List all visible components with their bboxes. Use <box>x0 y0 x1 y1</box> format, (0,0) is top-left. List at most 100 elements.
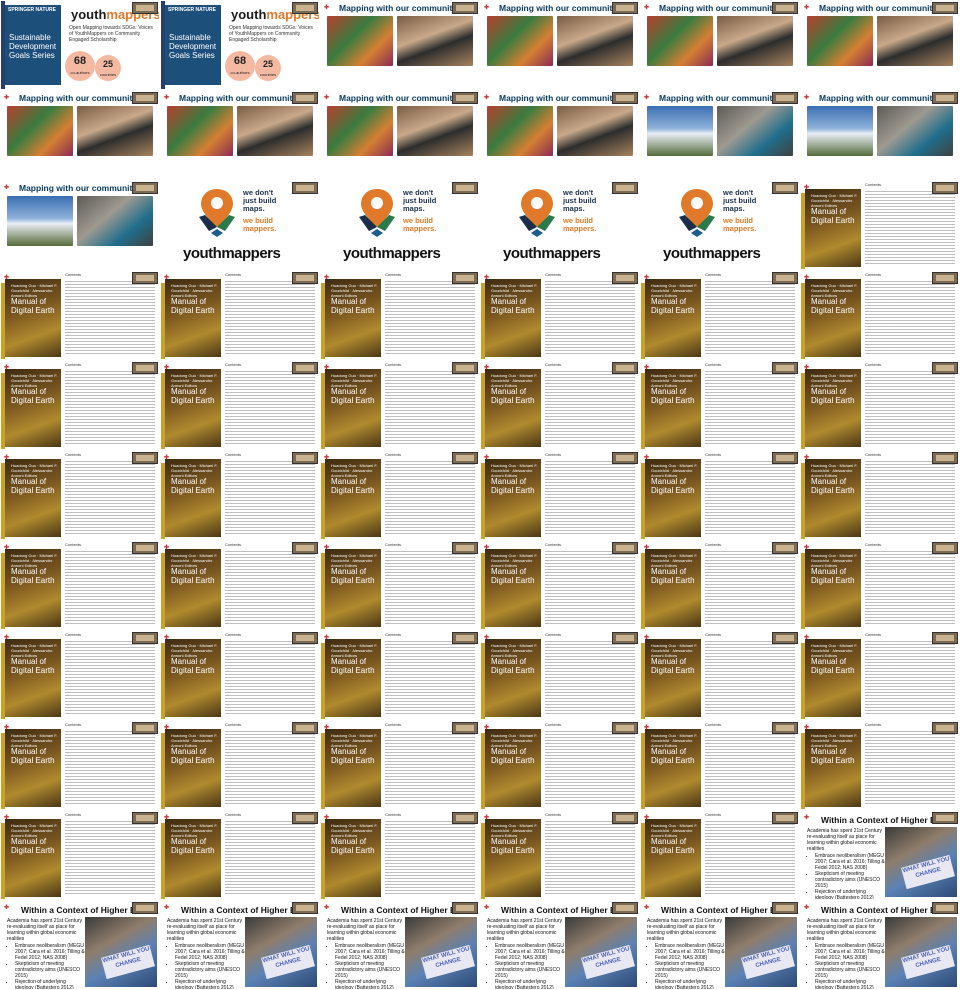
slide-thumbnail[interactable]: Huadong Guo · Michael F. Goodchild · Ale… <box>641 541 799 629</box>
slide-thumbnail[interactable]: Huadong Guo · Michael F. Goodchild · Ale… <box>801 271 959 359</box>
slide-thumbnail[interactable]: Huadong Guo · Michael F. Goodchild · Ale… <box>321 721 479 809</box>
slide-thumbnail[interactable]: Huadong Guo · Michael F. Goodchild · Ale… <box>161 631 319 719</box>
table-of-contents <box>65 369 155 445</box>
slide-thumbnail[interactable]: Mapping with our communities <box>321 1 479 89</box>
slide-thumbnail[interactable]: Huadong Guo · Michael F. Goodchild · Ale… <box>801 541 959 629</box>
slide-thumbnail[interactable]: Within a Context of Higher Edu Academia h… <box>161 901 319 989</box>
slide-thumbnail[interactable]: Huadong Guo · Michael F. Goodchild · Ale… <box>641 451 799 539</box>
slide-thumbnail[interactable]: we don't just build maps. we build mappers. y… <box>321 181 479 269</box>
slide-thumbnail[interactable]: Mapping with our communities <box>481 1 639 89</box>
slide-thumbnail[interactable]: Huadong Guo · Michael F. Goodchild · Ale… <box>641 631 799 719</box>
slide-thumbnail[interactable]: Huadong Guo · Michael F. Goodchild · Ale… <box>161 721 319 809</box>
slide-thumbnail[interactable]: SPRINGER NATURE Sustainable Development G… <box>1 1 159 89</box>
slide-thumbnail[interactable]: Mapping with our communities <box>1 91 159 179</box>
slide-thumbnail[interactable]: Huadong Guo · Michael F. Goodchild · Ale… <box>481 271 639 359</box>
slide-thumbnail[interactable]: Within a Context of Higher Edu Academia h… <box>481 901 639 989</box>
youthmappers-pin-icon <box>359 189 395 237</box>
camera-overlay-icon <box>772 182 798 194</box>
toc-heading: Contents <box>545 722 562 727</box>
slide-thumbnail[interactable]: Huadong Guo · Michael F. Goodchild · Ale… <box>481 451 639 539</box>
slide-thumbnail[interactable]: Huadong Guo · Michael F. Goodchild · Ale… <box>641 361 799 449</box>
slide-thumbnail[interactable]: Huadong Guo · Michael F. Goodchild · Ale… <box>801 721 959 809</box>
slide-thumbnail[interactable]: Huadong Guo · Michael F. Goodchild · Ale… <box>161 361 319 449</box>
protest-sign: WHAT WILL YOU CHANGE <box>101 944 155 980</box>
manual-cover: Huadong Guo · Michael F. Goodchild · Ale… <box>485 549 541 627</box>
slide-thumbnail[interactable]: Huadong Guo · Michael F. Goodchild · Ale… <box>641 811 799 899</box>
camera-overlay-icon <box>132 722 158 734</box>
slide-thumbnail[interactable]: Huadong Guo · Michael F. Goodchild · Ale… <box>1 721 159 809</box>
slide-thumbnail[interactable]: Huadong Guo · Michael F. Goodchild · Ale… <box>801 631 959 719</box>
slide-thumbnail[interactable]: Within a Context of Higher Edu Academia h… <box>801 901 959 989</box>
slide-thumbnail[interactable]: Huadong Guo · Michael F. Goodchild · Ale… <box>161 541 319 629</box>
camera-overlay-icon <box>292 272 318 284</box>
slide-thumbnail[interactable]: Huadong Guo · Michael F. Goodchild · Ale… <box>1 451 159 539</box>
youthmappers-wordmark-large: youthmappers <box>503 245 601 262</box>
slide-thumbnail[interactable]: Mapping with our communities <box>641 1 799 89</box>
bullet-list: Embrace neoliberalism (MEGU 2007; Cara e… <box>327 943 405 989</box>
manual-title: Manual of Digital Earth <box>171 747 215 765</box>
manual-title: Manual of Digital Earth <box>331 747 375 765</box>
camera-overlay-icon <box>612 722 638 734</box>
slide-thumbnail[interactable]: Within a Context of Higher Edu Academia h… <box>321 901 479 989</box>
slide-thumbnail[interactable]: Huadong Guo · Michael F. Goodchild · Ale… <box>321 361 479 449</box>
slide-thumbnail[interactable]: Within a Context of Higher Edu Academia h… <box>1 901 159 989</box>
slide-thumbnail[interactable]: Huadong Guo · Michael F. Goodchild · Ale… <box>481 811 639 899</box>
market-photo <box>167 106 233 156</box>
camera-overlay-icon <box>452 272 478 284</box>
slide-thumbnail[interactable]: Huadong Guo · Michael F. Goodchild · Ale… <box>321 631 479 719</box>
slide-thumbnail[interactable]: Huadong Guo · Michael F. Goodchild · Ale… <box>801 451 959 539</box>
slide-thumbnail[interactable]: Within a Context of Higher Edu Academia h… <box>801 811 959 899</box>
camera-overlay-icon <box>452 542 478 554</box>
slide-thumbnail[interactable]: Huadong Guo · Michael F. Goodchild · Ale… <box>1 361 159 449</box>
slide-thumbnail[interactable]: Huadong Guo · Michael F. Goodchild · Ale… <box>321 451 479 539</box>
slide-thumbnail[interactable]: Huadong Guo · Michael F. Goodchild · Ale… <box>481 631 639 719</box>
slide-thumbnail[interactable]: Huadong Guo · Michael F. Goodchild · Ale… <box>321 271 479 359</box>
slide-thumbnail[interactable]: Huadong Guo · Michael F. Goodchild · Ale… <box>321 811 479 899</box>
camera-overlay-icon <box>292 182 318 194</box>
slide-thumbnail[interactable]: Huadong Guo · Michael F. Goodchild · Ale… <box>1 271 159 359</box>
slide-thumbnail[interactable]: Mapping with our communities <box>801 1 959 89</box>
slide-thumbnail[interactable]: Huadong Guo · Michael F. Goodchild · Ale… <box>161 451 319 539</box>
slide-thumbnail[interactable]: Mapping with our communities <box>1 181 159 269</box>
slide-thumbnail[interactable]: Huadong Guo · Michael F. Goodchild · Ale… <box>801 361 959 449</box>
meeting-photo <box>397 106 473 156</box>
slide-thumbnail[interactable]: we don't just build maps. we build mappers. y… <box>161 181 319 269</box>
manual-title: Manual of Digital Earth <box>491 567 535 585</box>
toc-heading: Contents <box>225 632 242 637</box>
slide-thumbnail[interactable]: Huadong Guo · Michael F. Goodchild · Ale… <box>481 721 639 809</box>
slide-thumbnail[interactable]: Within a Context of Higher Edu Academia h… <box>641 901 799 989</box>
slide-thumbnail[interactable]: Huadong Guo · Michael F. Goodchild · Ale… <box>321 541 479 629</box>
slide-heading: Mapping with our communities <box>339 93 465 103</box>
manual-cover: Huadong Guo · Michael F. Goodchild · Ale… <box>805 279 861 357</box>
slide-thumbnail[interactable]: Huadong Guo · Michael F. Goodchild · Ale… <box>1 541 159 629</box>
slide-thumbnail[interactable]: Mapping with our communities <box>641 91 799 179</box>
slide-thumbnail[interactable]: Mapping with our communities <box>481 91 639 179</box>
manual-cover: Huadong Guo · Michael F. Goodchild · Ale… <box>485 819 541 897</box>
bullet-item: Embrace neoliberalism (MEGU 2007; Cara e… <box>495 943 565 961</box>
bullet-item: Rejection of underlying ideology (Battes… <box>815 889 885 899</box>
slide-thumbnail[interactable]: we don't just build maps. we build mappers. y… <box>481 181 639 269</box>
manual-authors: Huadong Guo · Michael F. Goodchild · Ale… <box>811 373 858 388</box>
slide-thumbnail[interactable]: Huadong Guo · Michael F. Goodchild · Ale… <box>161 811 319 899</box>
slide-thumbnail[interactable]: Huadong Guo · Michael F. Goodchild · Ale… <box>1 631 159 719</box>
slide-thumbnail[interactable]: Huadong Guo · Michael F. Goodchild · Ale… <box>801 181 959 269</box>
slide-thumbnail[interactable]: Mapping with our communities <box>161 91 319 179</box>
slide-thumbnail[interactable]: we don't just build maps. we build mappers. y… <box>641 181 799 269</box>
slide-thumbnail[interactable]: Huadong Guo · Michael F. Goodchild · Ale… <box>481 361 639 449</box>
slide-thumbnail[interactable]: SPRINGER NATURE Sustainable Development G… <box>161 1 319 89</box>
table-of-contents <box>545 729 635 805</box>
slide-thumbnail[interactable]: Huadong Guo · Michael F. Goodchild · Ale… <box>1 811 159 899</box>
slide-thumbnail[interactable]: Huadong Guo · Michael F. Goodchild · Ale… <box>641 271 799 359</box>
slide-thumbnail[interactable]: Huadong Guo · Michael F. Goodchild · Ale… <box>641 721 799 809</box>
slide-heading: Mapping with our communities <box>19 183 145 193</box>
slide-thumbnail[interactable]: Mapping with our communities <box>321 91 479 179</box>
protest-sign: WHAT WILL YOU CHANGE <box>901 854 955 890</box>
camera-overlay-icon <box>452 632 478 644</box>
manual-title: Manual of Digital Earth <box>171 387 215 405</box>
slide-thumbnail[interactable]: Huadong Guo · Michael F. Goodchild · Ale… <box>481 541 639 629</box>
slide-thumbnail[interactable]: Huadong Guo · Michael F. Goodchild · Ale… <box>161 271 319 359</box>
slide-thumbnail[interactable]: Mapping with our communities <box>801 91 959 179</box>
manual-authors: Huadong Guo · Michael F. Goodchild · Ale… <box>11 373 58 388</box>
tagline-line-accent: mappers. <box>563 224 597 233</box>
bullet-item: Embrace neoliberalism (MEGU 2007; Cara e… <box>815 853 885 871</box>
